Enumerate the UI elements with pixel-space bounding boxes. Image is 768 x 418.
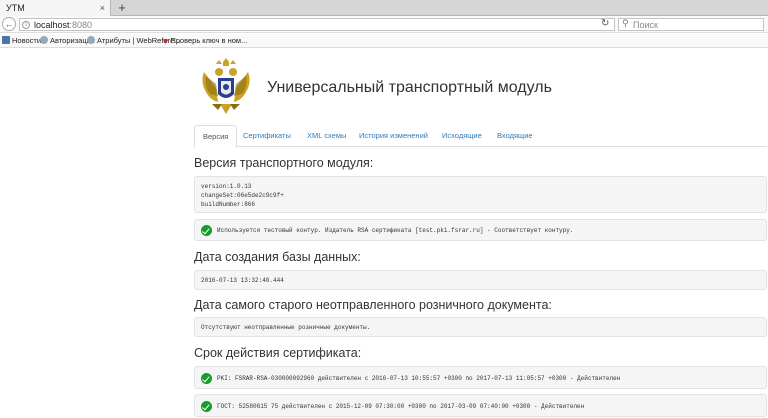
contour-status-box: Используется тестовый контур. Издатель R…: [194, 219, 767, 241]
cert-item-box: ГОСТ: 52580615 75 действителен с 2015-12…: [194, 394, 767, 417]
db-date-value: 2016-07-13 13:32:40.444: [201, 277, 284, 284]
browser-tab[interactable]: УТМ ×: [0, 0, 111, 16]
bookmarks-bar: Новости Авторизация Атрибуты | WebRefere…: [0, 34, 768, 48]
bookmark-item[interactable]: ♥ Проверь ключ в ном...: [163, 35, 247, 47]
retail-doc-box: Отсутствуют неотправленные розничные док…: [194, 317, 767, 337]
search-icon: ⚲: [622, 18, 629, 28]
browser-tab-title: УТМ: [6, 3, 25, 13]
tab-certificates[interactable]: Сертификаты: [235, 125, 299, 147]
reload-icon[interactable]: ↻: [601, 18, 609, 30]
cert-item-box: PKI: FSRAR-RSA-030000092960 действителен…: [194, 366, 767, 389]
cert-gost-text: ГОСТ: 52580615 75 действителен с 2015-12…: [217, 403, 585, 410]
heart-icon: ♥: [163, 36, 169, 46]
search-input[interactable]: [633, 19, 761, 30]
close-icon[interactable]: ×: [100, 0, 105, 16]
version-info-box: version:1.0.13 changeSet:06e5de2c9c9f+ b…: [194, 176, 767, 213]
vk-icon: [2, 36, 10, 44]
check-icon: [201, 401, 212, 412]
version-section-title: Версия транспортного модуля:: [194, 156, 374, 170]
contour-status-text: Используется тестовый контур. Издатель R…: [217, 227, 574, 234]
retail-section-title: Дата самого старого неотправленного розн…: [194, 298, 552, 312]
tab-outgoing[interactable]: Исходящие: [434, 125, 490, 147]
tab-incoming[interactable]: Входящие: [489, 125, 541, 147]
globe-icon: [40, 36, 48, 44]
changeset-line: changeSet:06e5de2c9c9f+: [201, 192, 284, 199]
bookmark-item[interactable]: Новости: [2, 35, 41, 47]
browser-tab-bar: УТМ × +: [0, 0, 768, 16]
coat-of-arms-logo: [202, 58, 250, 114]
address-bar[interactable]: i localhost:8080: [19, 18, 615, 31]
cert-pki-text: PKI: FSRAR-RSA-030000092960 действителен…: [217, 375, 621, 382]
browser-nav-bar: ← i localhost:8080 ↻ ⚲: [0, 16, 768, 33]
check-icon: [201, 373, 212, 384]
globe-icon: [87, 36, 95, 44]
db-section-title: Дата создания базы данных:: [194, 250, 361, 264]
new-tab-button[interactable]: +: [115, 0, 129, 16]
main-tabs: Версия Сертификаты XML схемы История изм…: [194, 125, 767, 148]
search-bar[interactable]: ⚲: [618, 18, 764, 31]
back-arrow-icon: ←: [4, 19, 14, 29]
page-title: Универсальный транспортный модуль: [267, 79, 552, 96]
url-text[interactable]: localhost:8080: [34, 19, 92, 31]
back-button[interactable]: ←: [2, 17, 16, 31]
retail-doc-value: Отсутствуют неотправленные розничные док…: [201, 324, 371, 331]
tab-version[interactable]: Версия: [194, 125, 238, 148]
tab-change-history[interactable]: История изменений: [351, 125, 436, 147]
db-date-box: 2016-07-13 13:32:40.444: [194, 270, 767, 290]
tab-xml-schemas[interactable]: XML схемы: [299, 125, 354, 147]
cert-section-title: Срок действия сертификата:: [194, 346, 362, 360]
build-number-line: buildNumber:866: [201, 201, 256, 208]
info-icon[interactable]: i: [22, 21, 30, 29]
check-icon: [201, 225, 212, 236]
version-line: version:1.0.13: [201, 183, 252, 190]
